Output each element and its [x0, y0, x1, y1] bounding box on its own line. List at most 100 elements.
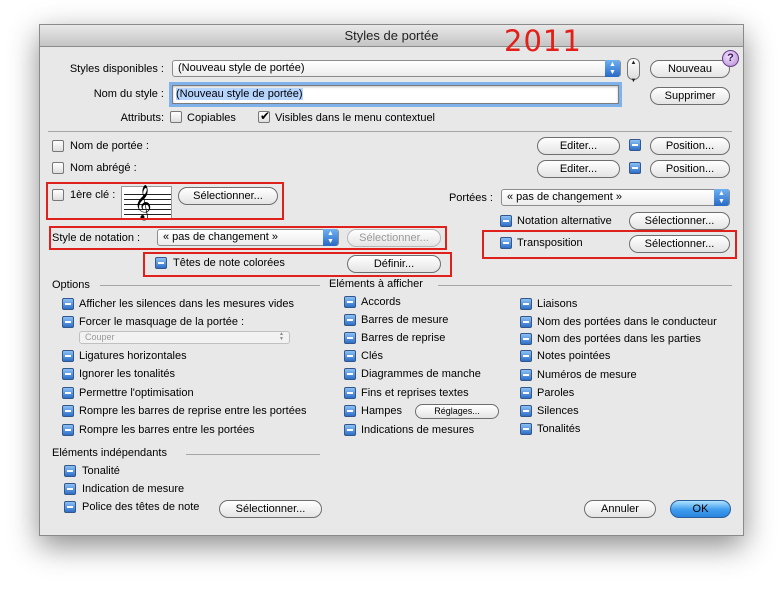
element-label: Fins et reprises textes	[361, 387, 469, 399]
element-checkbox[interactable]	[520, 298, 532, 310]
nom-portee-label: Nom de portée :	[70, 140, 149, 152]
nom-abrege-position-button[interactable]: Position...	[650, 160, 730, 178]
popup-arrows-icon: ▲ ▼	[605, 60, 620, 77]
independant-label: Tonalité	[82, 465, 120, 477]
element-checkbox[interactable]	[520, 350, 532, 362]
element-checkbox[interactable]	[344, 387, 356, 399]
element-label: Barres de mesure	[361, 314, 449, 326]
notation-alt-checkbox[interactable]	[500, 215, 512, 227]
name-label: Nom du style :	[93, 88, 164, 100]
highlight-box-transposition	[482, 230, 737, 259]
year-annotation: 2011	[504, 24, 582, 58]
popup-arrows-icon: ▲ ▼	[714, 189, 729, 206]
copiables-label: Copiables	[187, 112, 236, 124]
element-checkbox[interactable]	[344, 332, 356, 344]
element-label: Tonalités	[537, 423, 581, 435]
highlight-box-notation	[49, 226, 447, 250]
option-label: Permettre l'optimisation	[79, 387, 194, 399]
element-checkbox[interactable]	[344, 405, 356, 417]
option-checkbox[interactable]	[62, 368, 74, 380]
popup-arrows-icon: ▲ ▼	[279, 331, 284, 342]
element-label: Diagrammes de manche	[361, 368, 481, 380]
element-checkbox[interactable]	[520, 387, 532, 399]
help-icon[interactable]: ?	[722, 50, 739, 67]
highlight-box-cle	[46, 182, 284, 220]
nom-portee-position-button[interactable]: Position...	[650, 137, 730, 155]
annuler-button[interactable]: Annuler	[584, 500, 656, 518]
styles-label: Styles disponibles :	[69, 63, 164, 75]
nom-portee-checkbox[interactable]	[52, 140, 64, 152]
element-checkbox[interactable]	[520, 333, 532, 345]
independant-checkbox[interactable]	[64, 501, 76, 513]
notation-alt-label: Notation alternative	[517, 215, 612, 227]
element-checkbox[interactable]	[344, 296, 356, 308]
option-label: Afficher les silences dans les mesures v…	[79, 298, 295, 310]
visibles-checkbox[interactable]	[258, 109, 270, 123]
option-label: Rompre les barres entre les portées	[79, 424, 255, 436]
copiables-checkbox[interactable]	[170, 111, 182, 123]
highlight-box-tetes	[143, 252, 452, 277]
elements-title: Eléments à afficher	[329, 278, 423, 290]
element-checkbox[interactable]	[344, 350, 356, 362]
element-checkbox[interactable]	[520, 405, 532, 417]
option-label: Ignorer les tonalités	[79, 368, 175, 380]
element-label: Clés	[361, 350, 384, 362]
option-checkbox[interactable]	[62, 316, 74, 328]
nom-abrege-label: Nom abrégé :	[70, 162, 137, 174]
portees-popup[interactable]: « pas de changement » ▲ ▼	[501, 189, 730, 206]
attributes-label: Attributs:	[120, 112, 164, 124]
nom-portee-position-checkbox[interactable]	[629, 139, 641, 151]
element-label: Indications de mesures	[361, 424, 475, 436]
styles-popup-value: (Nouveau style de portée)	[178, 62, 305, 74]
independants-title: Eléments indépendants	[52, 447, 167, 459]
option-checkbox[interactable]	[62, 350, 74, 362]
element-label: Barres de reprise	[361, 332, 446, 344]
element-checkbox[interactable]	[344, 368, 356, 380]
option-checkbox[interactable]	[62, 424, 74, 436]
independant-label: Indication de mesure	[82, 483, 185, 495]
styles-stepper[interactable]: ▲ ▼	[627, 58, 640, 84]
nom-portee-editer-button[interactable]: Editer...	[537, 137, 620, 155]
style-name-value: (Nouveau style de portée)	[176, 88, 303, 100]
options-title: Options	[52, 279, 90, 291]
couper-popup-value: Couper	[85, 332, 115, 342]
separator	[48, 131, 732, 132]
independant-checkbox[interactable]	[64, 483, 76, 495]
option-label: Ligatures horizontales	[79, 350, 187, 362]
element-label: Nom des portées dans les parties	[537, 333, 701, 345]
option-checkbox[interactable]	[62, 298, 74, 310]
element-label: Numéros de mesure	[537, 369, 637, 381]
element-label: Hampes	[361, 405, 402, 417]
portees-label: Portées :	[448, 192, 493, 204]
notation-alt-selectionner-button[interactable]: Sélectionner...	[629, 212, 730, 230]
element-label: Liaisons	[537, 298, 578, 310]
styles-popup[interactable]: (Nouveau style de portée) ▲ ▼	[172, 60, 621, 77]
option-label: Forcer le masquage de la portée :	[79, 316, 245, 328]
elements-separator	[438, 285, 732, 286]
nom-abrege-editer-button[interactable]: Editer...	[537, 160, 620, 178]
option-label: Rompre les barres de reprise entre les p…	[79, 405, 307, 417]
ok-button[interactable]: OK	[670, 500, 731, 518]
element-checkbox[interactable]	[520, 316, 532, 328]
element-label: Nom des portées dans le conducteur	[537, 316, 717, 328]
option-checkbox[interactable]	[62, 405, 74, 417]
couper-popup[interactable]: Couper ▲ ▼	[79, 331, 290, 344]
element-label: Paroles	[537, 387, 575, 399]
visibles-label: Visibles dans le menu contextuel	[275, 112, 436, 124]
element-checkbox[interactable]	[344, 314, 356, 326]
style-name-field[interactable]: (Nouveau style de portée)	[169, 82, 622, 107]
element-checkbox[interactable]	[520, 369, 532, 381]
nom-abrege-checkbox[interactable]	[52, 162, 64, 174]
supprimer-button[interactable]: Supprimer	[650, 87, 730, 105]
independant-checkbox[interactable]	[64, 465, 76, 477]
element-checkbox[interactable]	[520, 423, 532, 435]
nouveau-button[interactable]: Nouveau	[650, 60, 730, 78]
reglages-button[interactable]: Réglages...	[415, 404, 499, 419]
options-separator	[100, 285, 320, 286]
police-selectionner-button[interactable]: Sélectionner...	[219, 500, 322, 518]
element-checkbox[interactable]	[344, 424, 356, 436]
option-checkbox[interactable]	[62, 387, 74, 399]
nom-abrege-position-checkbox[interactable]	[629, 162, 641, 174]
element-label: Accords	[361, 296, 401, 308]
element-label: Notes pointées	[537, 350, 611, 362]
